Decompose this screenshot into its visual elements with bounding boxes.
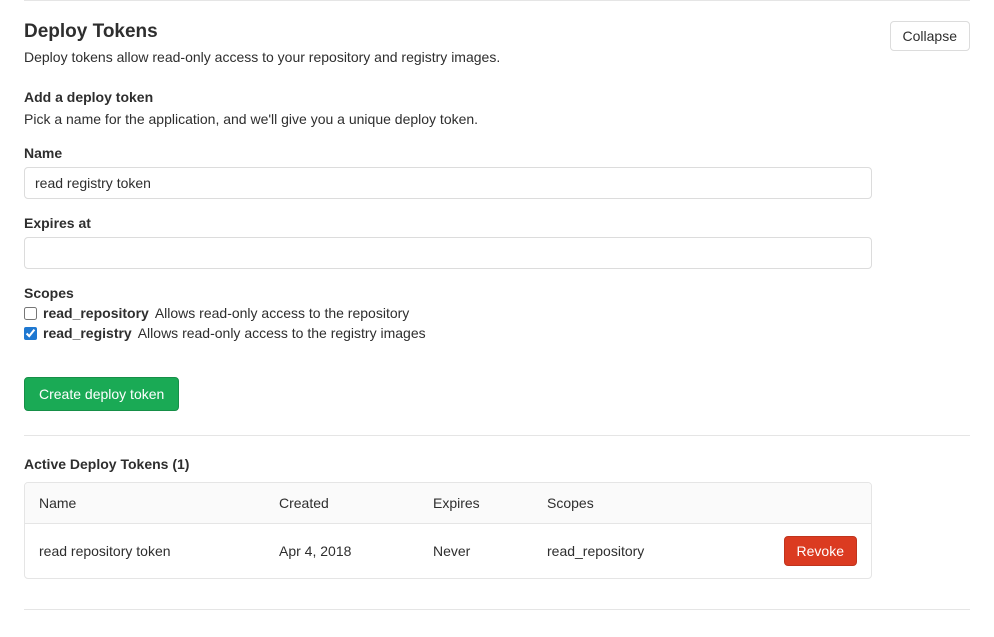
collapse-button[interactable]: Collapse <box>890 21 970 51</box>
table-row: read repository token Apr 4, 2018 Never … <box>25 524 871 578</box>
col-name: Name <box>25 483 265 523</box>
name-input[interactable] <box>24 167 872 199</box>
active-tokens-table: Name Created Expires Scopes read reposit… <box>24 482 872 579</box>
cell-name: read repository token <box>25 531 265 571</box>
expires-label: Expires at <box>24 215 970 231</box>
scope-row-read-repository: read_repository Allows read-only access … <box>24 305 970 321</box>
col-action <box>781 491 871 515</box>
scope-name: read_registry <box>43 325 132 341</box>
table-header-row: Name Created Expires Scopes <box>25 483 871 524</box>
scope-name: read_repository <box>43 305 149 321</box>
add-token-description: Pick a name for the application, and we'… <box>24 111 970 127</box>
name-label: Name <box>24 145 970 161</box>
page-description: Deploy tokens allow read-only access to … <box>24 49 500 65</box>
expires-input[interactable] <box>24 237 872 269</box>
revoke-button[interactable]: Revoke <box>784 536 857 566</box>
cell-scopes: read_repository <box>533 531 770 571</box>
cell-expires: Never <box>419 531 533 571</box>
scope-desc: Allows read-only access to the registry … <box>138 325 426 341</box>
scope-row-read-registry: read_registry Allows read-only access to… <box>24 325 970 341</box>
add-token-heading: Add a deploy token <box>24 89 970 105</box>
scope-desc: Allows read-only access to the repositor… <box>155 305 409 321</box>
scope-checkbox-read-repository[interactable] <box>24 307 37 320</box>
col-expires: Expires <box>419 483 533 523</box>
cell-created: Apr 4, 2018 <box>265 531 419 571</box>
scopes-label: Scopes <box>24 285 970 301</box>
active-tokens-heading: Active Deploy Tokens (1) <box>24 456 970 472</box>
page-title: Deploy Tokens <box>24 21 500 43</box>
col-scopes: Scopes <box>533 483 781 523</box>
create-token-button[interactable]: Create deploy token <box>24 377 179 411</box>
scope-checkbox-read-registry[interactable] <box>24 327 37 340</box>
col-created: Created <box>265 483 419 523</box>
